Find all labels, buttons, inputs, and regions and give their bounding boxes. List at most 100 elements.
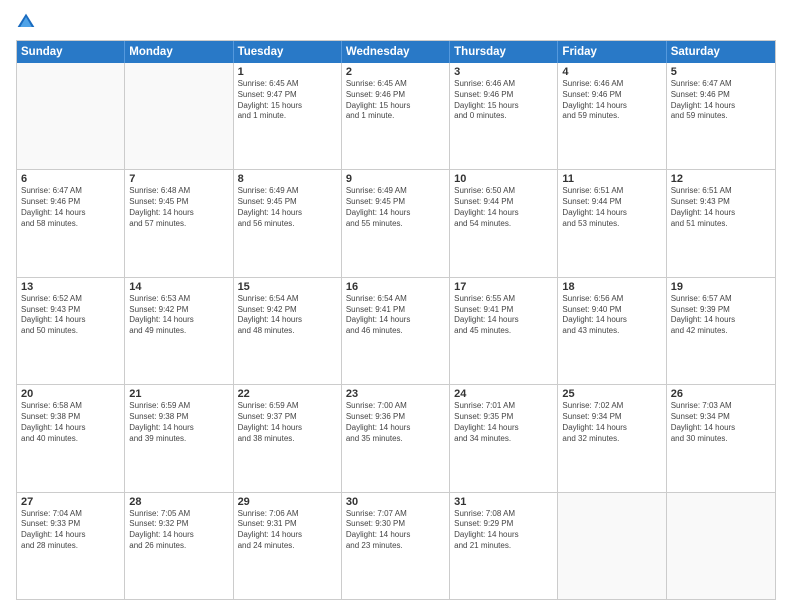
page: SundayMondayTuesdayWednesdayThursdayFrid… bbox=[0, 0, 792, 612]
cell-line: and 59 minutes. bbox=[562, 111, 661, 122]
header-day-friday: Friday bbox=[558, 41, 666, 63]
cell-line: and 28 minutes. bbox=[21, 541, 120, 552]
day-number: 11 bbox=[562, 173, 661, 185]
cal-cell: 31Sunrise: 7:08 AMSunset: 9:29 PMDayligh… bbox=[450, 493, 558, 599]
cell-line: Sunset: 9:42 PM bbox=[238, 305, 337, 316]
cell-line: Daylight: 14 hours bbox=[129, 208, 228, 219]
cell-line: Daylight: 15 hours bbox=[346, 101, 445, 112]
cell-line: and 48 minutes. bbox=[238, 326, 337, 337]
cell-line: Sunrise: 7:08 AM bbox=[454, 509, 553, 520]
cell-line: Sunrise: 6:54 AM bbox=[238, 294, 337, 305]
cell-line: Daylight: 14 hours bbox=[21, 315, 120, 326]
day-number: 9 bbox=[346, 173, 445, 185]
day-number: 19 bbox=[671, 281, 771, 293]
cell-line: Sunrise: 6:49 AM bbox=[346, 186, 445, 197]
cell-line: Sunset: 9:38 PM bbox=[129, 412, 228, 423]
cell-line: Sunrise: 7:03 AM bbox=[671, 401, 771, 412]
day-number: 23 bbox=[346, 388, 445, 400]
day-number: 24 bbox=[454, 388, 553, 400]
day-number: 14 bbox=[129, 281, 228, 293]
cal-cell: 12Sunrise: 6:51 AMSunset: 9:43 PMDayligh… bbox=[667, 170, 775, 276]
cell-line: and 50 minutes. bbox=[21, 326, 120, 337]
cell-line: Sunset: 9:43 PM bbox=[21, 305, 120, 316]
day-number: 29 bbox=[238, 496, 337, 508]
cal-cell: 5Sunrise: 6:47 AMSunset: 9:46 PMDaylight… bbox=[667, 63, 775, 169]
cal-cell bbox=[558, 493, 666, 599]
day-number: 2 bbox=[346, 66, 445, 78]
cal-cell: 7Sunrise: 6:48 AMSunset: 9:45 PMDaylight… bbox=[125, 170, 233, 276]
cell-line: Sunrise: 6:57 AM bbox=[671, 294, 771, 305]
cell-line: Sunset: 9:41 PM bbox=[454, 305, 553, 316]
cell-line: Sunset: 9:37 PM bbox=[238, 412, 337, 423]
cell-line: Sunrise: 7:04 AM bbox=[21, 509, 120, 520]
day-number: 15 bbox=[238, 281, 337, 293]
cal-week-4: 20Sunrise: 6:58 AMSunset: 9:38 PMDayligh… bbox=[17, 385, 775, 492]
cal-cell: 9Sunrise: 6:49 AMSunset: 9:45 PMDaylight… bbox=[342, 170, 450, 276]
cell-line: Sunrise: 6:51 AM bbox=[562, 186, 661, 197]
cell-line: Daylight: 14 hours bbox=[562, 315, 661, 326]
cell-line: Daylight: 14 hours bbox=[454, 208, 553, 219]
cell-line: and 32 minutes. bbox=[562, 434, 661, 445]
cell-line: Sunset: 9:45 PM bbox=[346, 197, 445, 208]
day-number: 10 bbox=[454, 173, 553, 185]
header-day-thursday: Thursday bbox=[450, 41, 558, 63]
cell-line: Sunset: 9:38 PM bbox=[21, 412, 120, 423]
day-number: 17 bbox=[454, 281, 553, 293]
cell-line: Sunset: 9:34 PM bbox=[562, 412, 661, 423]
cell-line: Sunrise: 6:53 AM bbox=[129, 294, 228, 305]
cal-week-3: 13Sunrise: 6:52 AMSunset: 9:43 PMDayligh… bbox=[17, 278, 775, 385]
cell-line: Daylight: 14 hours bbox=[21, 423, 120, 434]
cell-line: Sunrise: 6:59 AM bbox=[129, 401, 228, 412]
day-number: 28 bbox=[129, 496, 228, 508]
cal-cell: 13Sunrise: 6:52 AMSunset: 9:43 PMDayligh… bbox=[17, 278, 125, 384]
cell-line: Sunrise: 7:02 AM bbox=[562, 401, 661, 412]
cell-line: and 0 minutes. bbox=[454, 111, 553, 122]
cal-cell bbox=[17, 63, 125, 169]
cell-line: Sunset: 9:35 PM bbox=[454, 412, 553, 423]
cal-cell: 10Sunrise: 6:50 AMSunset: 9:44 PMDayligh… bbox=[450, 170, 558, 276]
cell-line: Sunrise: 6:47 AM bbox=[21, 186, 120, 197]
cell-line: Sunset: 9:34 PM bbox=[671, 412, 771, 423]
cell-line: Sunrise: 6:47 AM bbox=[671, 79, 771, 90]
header-day-monday: Monday bbox=[125, 41, 233, 63]
cell-line: Daylight: 14 hours bbox=[454, 530, 553, 541]
cal-cell: 29Sunrise: 7:06 AMSunset: 9:31 PMDayligh… bbox=[234, 493, 342, 599]
day-number: 22 bbox=[238, 388, 337, 400]
cal-cell: 26Sunrise: 7:03 AMSunset: 9:34 PMDayligh… bbox=[667, 385, 775, 491]
cal-cell: 16Sunrise: 6:54 AMSunset: 9:41 PMDayligh… bbox=[342, 278, 450, 384]
cell-line: Daylight: 14 hours bbox=[129, 315, 228, 326]
cell-line: Sunset: 9:47 PM bbox=[238, 90, 337, 101]
cell-line: and 34 minutes. bbox=[454, 434, 553, 445]
cal-week-1: 1Sunrise: 6:45 AMSunset: 9:47 PMDaylight… bbox=[17, 63, 775, 170]
cell-line: Daylight: 14 hours bbox=[562, 423, 661, 434]
cell-line: Sunrise: 6:52 AM bbox=[21, 294, 120, 305]
cell-line: Sunset: 9:41 PM bbox=[346, 305, 445, 316]
day-number: 7 bbox=[129, 173, 228, 185]
header-day-saturday: Saturday bbox=[667, 41, 775, 63]
cal-cell: 17Sunrise: 6:55 AMSunset: 9:41 PMDayligh… bbox=[450, 278, 558, 384]
cell-line: Daylight: 14 hours bbox=[671, 208, 771, 219]
cell-line: Daylight: 14 hours bbox=[671, 423, 771, 434]
cell-line: and 58 minutes. bbox=[21, 219, 120, 230]
cell-line: Daylight: 14 hours bbox=[346, 315, 445, 326]
cal-cell: 1Sunrise: 6:45 AMSunset: 9:47 PMDaylight… bbox=[234, 63, 342, 169]
day-number: 18 bbox=[562, 281, 661, 293]
cell-line: and 1 minute. bbox=[238, 111, 337, 122]
cal-cell: 2Sunrise: 6:45 AMSunset: 9:46 PMDaylight… bbox=[342, 63, 450, 169]
cell-line: Daylight: 14 hours bbox=[238, 423, 337, 434]
cell-line: Sunrise: 6:50 AM bbox=[454, 186, 553, 197]
cell-line: and 43 minutes. bbox=[562, 326, 661, 337]
cell-line: Sunset: 9:32 PM bbox=[129, 519, 228, 530]
day-number: 16 bbox=[346, 281, 445, 293]
cell-line: Daylight: 14 hours bbox=[346, 423, 445, 434]
cal-cell: 25Sunrise: 7:02 AMSunset: 9:34 PMDayligh… bbox=[558, 385, 666, 491]
day-number: 1 bbox=[238, 66, 337, 78]
cell-line: and 21 minutes. bbox=[454, 541, 553, 552]
cell-line: Daylight: 14 hours bbox=[671, 315, 771, 326]
day-number: 31 bbox=[454, 496, 553, 508]
cell-line: Sunrise: 7:05 AM bbox=[129, 509, 228, 520]
day-number: 13 bbox=[21, 281, 120, 293]
cell-line: and 45 minutes. bbox=[454, 326, 553, 337]
cell-line: and 53 minutes. bbox=[562, 219, 661, 230]
cal-cell: 6Sunrise: 6:47 AMSunset: 9:46 PMDaylight… bbox=[17, 170, 125, 276]
